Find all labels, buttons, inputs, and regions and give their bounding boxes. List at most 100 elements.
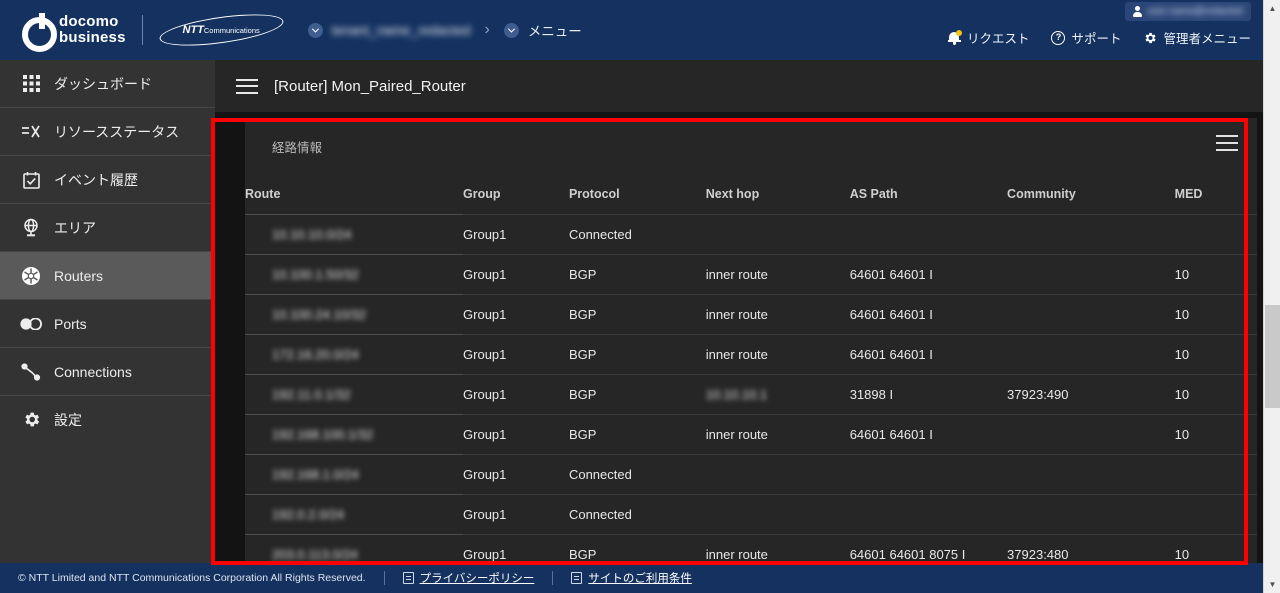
user-badge[interactable]: user.name@redacted	[1125, 2, 1251, 21]
header-action-admin-menu[interactable]: 管理者メニュー	[1143, 28, 1251, 47]
sidebar-item-ports[interactable]: Ports	[0, 300, 215, 347]
cell-protocol: BGP	[568, 413, 706, 454]
cell-next-hop	[705, 213, 850, 254]
routes-table-body: 10.10.10.0/24 Group1 Connected 10.100.1.50/…	[245, 213, 1257, 563]
hamburger-icon[interactable]	[236, 78, 258, 94]
cell-group: Group1	[463, 453, 569, 494]
column-header-community[interactable]: Community	[1007, 174, 1175, 214]
cell-group: Group1	[463, 293, 569, 334]
table-row[interactable]: 10.100.24.10/32 Group1 BGP inner route 64601…	[245, 293, 1257, 334]
card-title: 経路情報	[272, 141, 323, 155]
sidebar-item-connections-label: Connections	[54, 363, 132, 380]
header-action-support[interactable]: ? サポート	[1051, 28, 1121, 47]
cell-community	[1007, 493, 1175, 534]
breadcrumb-menu-label[interactable]: メニュー	[528, 20, 582, 40]
bell-icon	[947, 29, 962, 45]
cell-med: 10	[1174, 253, 1257, 294]
sidebar-item-connections[interactable]: Connections	[0, 348, 215, 395]
sidebar-item-resource-status[interactable]: リソースステータス	[0, 108, 215, 155]
cell-community	[1007, 293, 1175, 334]
sidebar-item-area[interactable]: エリア	[0, 204, 215, 251]
cell-as-path: 64601 64601 I	[849, 253, 1008, 294]
cell-med	[1174, 493, 1257, 534]
scrollbar-down-arrow-icon[interactable]: ▼	[1264, 576, 1280, 593]
help-icon: ?	[1051, 30, 1066, 45]
browser-scrollbar[interactable]: ▲ ▼	[1263, 0, 1280, 593]
document-icon	[402, 572, 414, 584]
table-row[interactable]: 192.0.2.0/24 Group1 Connected	[245, 493, 1257, 534]
ports-icon	[8, 317, 54, 330]
page-title: [Router] Mon_Paired_Router	[274, 77, 466, 95]
content-area: 経路情報 Route Group Protocol Next hop AS Pa…	[215, 112, 1263, 563]
cell-community	[1007, 413, 1175, 454]
sidebar-item-routers[interactable]: Routers	[0, 252, 215, 299]
cell-protocol: BGP	[568, 333, 706, 374]
logo-divider	[141, 15, 143, 45]
scrollbar-thumb[interactable]	[1265, 305, 1280, 408]
cell-med: 10	[1174, 533, 1257, 563]
cell-route: 10.100.24.10/32	[245, 293, 464, 334]
cell-as-path: 31898 I	[849, 373, 1008, 414]
column-header-as-path[interactable]: AS Path	[850, 174, 1007, 214]
cell-protocol: BGP	[568, 293, 706, 334]
table-row[interactable]: 10.10.10.0/24 Group1 Connected	[245, 213, 1257, 254]
column-header-next-hop[interactable]: Next hop	[706, 174, 850, 214]
table-row[interactable]: 203.0.113.0/24 Group1 BGP inner route 64601 …	[245, 533, 1257, 563]
app-root: docomo business NTTCommunications tenant…	[0, 0, 1280, 593]
cell-next-hop	[705, 493, 850, 534]
footer-link-terms-of-use[interactable]: サイトのご利用条件	[571, 570, 692, 586]
column-header-protocol[interactable]: Protocol	[569, 174, 706, 214]
cell-route: 192.168.100.1/32	[245, 413, 464, 454]
grid-icon	[8, 75, 54, 92]
resource-status-icon	[8, 124, 54, 140]
cell-protocol: BGP	[568, 533, 706, 563]
cell-route: 10.100.1.50/32	[245, 253, 464, 294]
docomo-business-logo[interactable]: docomo business	[22, 13, 126, 52]
hamburger-menu-icon[interactable]	[1216, 135, 1238, 151]
table-row[interactable]: 192.168.1.0/24 Group1 Connected	[245, 453, 1257, 494]
column-header-group[interactable]: Group	[463, 174, 569, 214]
sidebar-item-dashboard[interactable]: ダッシュボード	[0, 60, 215, 107]
table-row[interactable]: 192.168.100.1/32 Group1 BGP inner route 6460…	[245, 413, 1257, 454]
cell-med: 10	[1174, 373, 1257, 414]
cell-route: 10.10.10.0/24	[245, 213, 464, 254]
user-name-label: user.name@redacted	[1147, 6, 1243, 17]
cell-group: Group1	[463, 493, 569, 534]
sidebar-item-dashboard-label: ダッシュボード	[54, 75, 152, 92]
cell-protocol: Connected	[568, 453, 706, 494]
sidebar-item-area-label: エリア	[54, 219, 96, 236]
header-action-request[interactable]: リクエスト	[947, 28, 1030, 47]
cell-med: 10	[1174, 413, 1257, 454]
header-action-request-label: リクエスト	[966, 32, 1030, 46]
cell-med: 10	[1174, 293, 1257, 334]
ntt-brand-text: NTT	[182, 24, 204, 36]
footer-link-privacy-policy[interactable]: プライバシーポリシー	[402, 570, 534, 586]
cell-as-path: 64601 64601 8075 I	[849, 533, 1008, 563]
footer-divider	[383, 571, 385, 585]
tenant-chevron-down-icon[interactable]	[307, 22, 323, 38]
cell-next-hop: inner route	[705, 333, 850, 374]
table-row[interactable]: 172.16.20.0/24 Group1 BGP inner route 64601 …	[245, 333, 1257, 374]
menu-chevron-down-icon[interactable]	[503, 22, 519, 38]
table-row[interactable]: 10.100.1.50/32 Group1 BGP inner route 64601 …	[245, 253, 1257, 294]
person-icon	[1133, 6, 1143, 17]
cell-community	[1007, 453, 1175, 494]
header-action-admin-menu-label: 管理者メニュー	[1163, 32, 1251, 46]
sidebar-item-settings[interactable]: 設定	[0, 396, 215, 443]
sidebar-item-event-history[interactable]: イベント履歴	[0, 156, 215, 203]
top-header: docomo business NTTCommunications tenant…	[0, 0, 1263, 60]
cell-next-hop: inner route	[705, 253, 850, 294]
column-header-med[interactable]: MED	[1175, 174, 1257, 214]
cell-med: 10	[1174, 333, 1257, 374]
page-header: [Router] Mon_Paired_Router	[215, 60, 1263, 112]
table-row[interactable]: 192.11.0.1/32 Group1 BGP 10.10.10.1 31898 I3…	[245, 373, 1257, 414]
cell-as-path	[849, 213, 1008, 254]
sidebar: ダッシュボード リソースステータス イベント履歴 エリア Routers Por…	[0, 60, 215, 563]
breadcrumb-separator-icon: ›	[484, 21, 490, 38]
scrollbar-up-arrow-icon[interactable]: ▲	[1264, 0, 1280, 17]
column-header-route[interactable]: Route	[245, 174, 463, 214]
breadcrumb-tenant-label[interactable]: tenant_name_redacted	[332, 23, 471, 38]
routes-table-head: Route Group Protocol Next hop AS Path Co…	[245, 174, 1257, 214]
cell-community: 37923:490	[1007, 373, 1175, 414]
cell-community: 37923:480	[1007, 533, 1175, 563]
